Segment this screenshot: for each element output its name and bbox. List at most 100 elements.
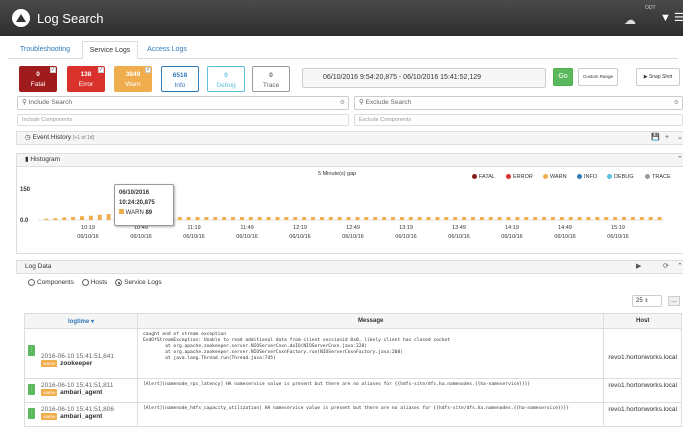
expand-icon[interactable]: ⋮ <box>28 345 35 356</box>
legend-dot <box>543 174 548 180</box>
x-tick-time: 13:19 <box>399 225 413 231</box>
level-fatal-button[interactable]: ✓ 0 Fatal <box>19 66 57 92</box>
event-history-count: [+1 of 1d] <box>72 135 94 141</box>
host-cell: revo1.hortonworks.local <box>603 378 682 403</box>
warn-bar <box>622 217 627 220</box>
more-options-button[interactable]: … <box>668 296 680 306</box>
tab-access-logs[interactable]: Access Logs <box>142 41 192 59</box>
warn-bar <box>550 217 555 220</box>
warn-bar <box>266 217 271 220</box>
y-tick-label: 150 <box>20 187 31 193</box>
warn-bar <box>239 217 244 220</box>
level-label: Error <box>78 81 94 88</box>
warn-bar <box>53 218 58 220</box>
expand-icon[interactable]: ⋮ <box>28 408 35 419</box>
filter-icon[interactable]: ▼ <box>660 12 671 24</box>
checkbox-icon[interactable]: ✓ <box>145 67 151 73</box>
x-tick-date: 06/10/16 <box>395 234 416 240</box>
level-badge: WARN <box>41 360 58 367</box>
settings-icon[interactable]: ⚙ <box>340 97 345 109</box>
warn-bar <box>355 217 360 220</box>
x-tick-date: 06/10/16 <box>607 234 628 240</box>
host-name: revo1.hortonworks.local <box>608 382 677 389</box>
event-history-panel[interactable]: ◷ Event History [+1 of 1d] 💾 + ⌄ <box>16 131 683 145</box>
radio-service-logs[interactable]: Service Logs <box>115 279 162 286</box>
chevron-up-icon[interactable]: ⌃ <box>677 261 683 273</box>
radio-icon[interactable] <box>28 279 35 286</box>
warn-bar <box>293 217 298 220</box>
column-header-logtime[interactable]: logtime ▾ <box>24 313 138 329</box>
top-navbar: Log Search ODT ☁ ▼ ☰ <box>0 0 683 36</box>
checkbox-icon[interactable]: ✓ <box>50 67 56 73</box>
warn-bar <box>275 217 280 220</box>
refresh-icon[interactable]: ⟳ <box>663 261 669 273</box>
warn-bar <box>399 217 404 220</box>
radio-icon[interactable] <box>115 279 123 286</box>
level-debug-button[interactable]: 0 Debug <box>207 66 245 92</box>
checkbox-icon[interactable]: ✓ <box>98 67 104 73</box>
warn-bar <box>337 217 342 220</box>
warn-bar <box>71 217 76 220</box>
logtime-cell: ⋮ 2016-06-10 15:41:51,811 WARN ambari_age… <box>24 378 138 403</box>
tooltip-level: WARN <box>125 210 144 216</box>
warn-bar <box>506 217 511 220</box>
level-count: 0 <box>224 72 228 79</box>
save-icon[interactable]: 💾 <box>651 132 660 144</box>
radio-label: Service Logs <box>124 279 162 287</box>
log-timestamp: 2016-06-10 15:41:51,811 <box>41 382 114 389</box>
legend-dot <box>645 174 650 180</box>
settings-icon[interactable]: ⚙ <box>674 97 679 109</box>
warn-bar <box>648 217 653 220</box>
include-components-input[interactable]: Include Components <box>17 114 349 126</box>
host-name: revo1.hortonworks.local <box>608 354 677 361</box>
menu-icon[interactable]: ☰ <box>674 11 683 24</box>
chevron-down-icon[interactable]: ⌄ <box>677 132 683 144</box>
add-icon[interactable]: + <box>665 132 669 144</box>
play-icon[interactable]: ▶ <box>636 261 641 273</box>
include-search-input[interactable]: ⚲ Include Search ⚙ <box>17 96 349 110</box>
expand-icon[interactable]: ⋮ <box>28 384 35 395</box>
warn-bar <box>435 217 440 220</box>
custom-range-button[interactable]: Custom Range <box>578 68 618 86</box>
tab-service-logs[interactable]: Service Logs <box>82 41 138 59</box>
sort-down-icon[interactable]: ▾ <box>91 319 94 325</box>
warn-bar <box>426 217 431 220</box>
warn-bar <box>613 217 618 220</box>
level-error-button[interactable]: ✓ 138 Error <box>67 66 105 92</box>
legend-dot <box>506 174 511 180</box>
warn-bar <box>248 217 253 220</box>
tab-troubleshooting[interactable]: Troubleshooting <box>12 41 78 59</box>
chevron-up-icon[interactable]: ⌃ <box>677 154 683 166</box>
radio-components[interactable]: Components <box>28 279 74 286</box>
radio-hosts[interactable]: Hosts <box>81 279 107 286</box>
go-button[interactable]: Go <box>553 68 573 86</box>
x-tick-date: 06/10/16 <box>183 234 204 240</box>
level-trace-button[interactable]: 0 Trace <box>252 66 290 92</box>
legend-dot <box>607 174 612 180</box>
warn-bar <box>346 217 351 220</box>
warn-bar <box>79 216 84 220</box>
x-tick-time: 15:19 <box>611 225 625 231</box>
level-info-button[interactable]: 6518 Info <box>161 66 199 92</box>
level-warn-button[interactable]: ✓ 3849 Warn <box>114 66 152 92</box>
snapshot-button[interactable]: ▶ Snap Shot <box>636 68 680 86</box>
radio-icon[interactable] <box>81 279 89 286</box>
exclude-components-input[interactable]: Exclude Components <box>354 114 683 126</box>
warn-bar <box>577 217 582 220</box>
x-tick-time: 12:19 <box>293 225 307 231</box>
page-size-select[interactable]: 25 ⇕ <box>632 295 662 307</box>
warn-bar <box>204 217 209 220</box>
x-tick-date: 06/10/16 <box>289 234 310 240</box>
table-row: ⋮ 2016-06-10 15:41:51,811 WARN ambari_age… <box>24 378 682 403</box>
x-tick-time: 13:49 <box>452 225 466 231</box>
warn-bar <box>497 217 502 220</box>
app-title: Log Search <box>37 11 104 26</box>
exclude-search-input[interactable]: ⚲ Exclude Search ⚙ <box>354 96 683 110</box>
world-map-icon[interactable]: ☁ <box>624 13 636 27</box>
x-tick-time: 12:49 <box>346 225 360 231</box>
date-range-picker[interactable]: 06/10/2016 9:54:20,875 - 06/10/2016 15:4… <box>302 68 546 88</box>
warn-bar <box>488 217 493 220</box>
warn-bar <box>542 217 547 220</box>
warn-bar <box>231 217 236 220</box>
warn-bar <box>222 217 227 220</box>
